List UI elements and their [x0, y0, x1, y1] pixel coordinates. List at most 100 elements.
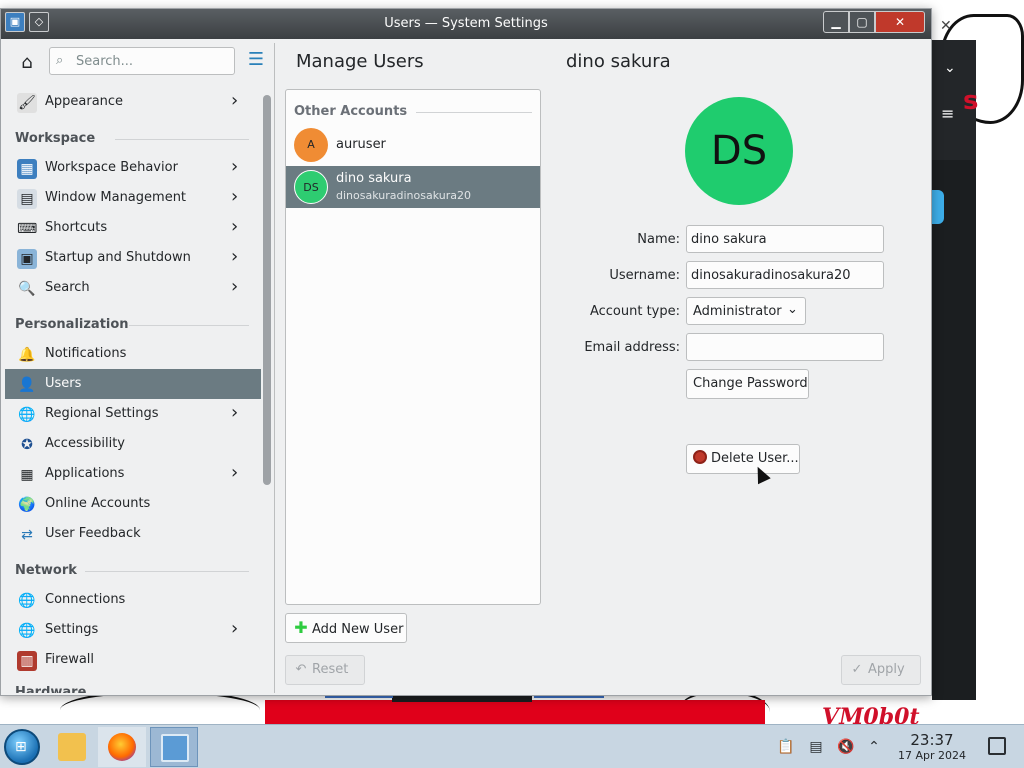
search-settings-icon: 🔍: [18, 281, 36, 297]
account-type-select[interactable]: Administrator ⌄: [686, 297, 806, 325]
section-divider: [129, 325, 249, 326]
wallpaper-red-band: [265, 700, 765, 724]
section-label: Personalization: [15, 317, 129, 332]
reset-button[interactable]: ↶ Reset: [285, 655, 365, 685]
clipboard-icon[interactable]: 📋: [776, 737, 796, 757]
section-divider: [85, 571, 249, 572]
sidebar-toolbar: ⌂ ⌕ ☰: [5, 43, 274, 83]
sidebar-item-label: Notifications: [45, 346, 127, 361]
sidebar-item-label: User Feedback: [45, 526, 141, 541]
section-label: Network: [15, 563, 77, 578]
section-label: Hardware: [15, 685, 87, 693]
taskbar-firefox[interactable]: [98, 727, 146, 767]
sidebar-item-network-settings[interactable]: 🌐 Settings ›: [5, 615, 261, 645]
background-close-icon: ✕: [940, 18, 952, 34]
chevron-right-icon: ›: [231, 402, 239, 423]
window-titlebar[interactable]: ▣ ◇ Users — System Settings ▁ ▢ ✕: [1, 9, 931, 39]
taskbar-system-settings[interactable]: [150, 727, 198, 767]
system-settings-window: ▣ ◇ Users — System Settings ▁ ▢ ✕ ⌂ ⌕ ☰ …: [0, 8, 932, 696]
hamburger-menu-icon[interactable]: ☰: [245, 51, 267, 71]
background-window-accent: [932, 190, 944, 224]
username-field[interactable]: [686, 261, 884, 289]
settings-nav-list: 🖌 Appearance › Workspace ▦ Workspace Beh…: [5, 87, 261, 693]
sidebar-item-startup-shutdown[interactable]: ▣ Startup and Shutdown ›: [5, 243, 261, 273]
change-password-button[interactable]: Change Password: [686, 369, 809, 399]
account-username: dinosakuradinosakura20: [336, 189, 471, 202]
delete-user-button[interactable]: Delete User...: [686, 444, 800, 474]
email-label: Email address:: [584, 340, 680, 355]
sidebar-item-user-feedback[interactable]: ⇄ User Feedback: [5, 519, 261, 549]
shortcuts-icon: ⌨: [17, 221, 38, 237]
minimize-button[interactable]: ▁: [823, 11, 849, 33]
clock-time[interactable]: 23:37: [896, 731, 968, 749]
sidebar-item-label: Search: [45, 280, 90, 295]
section-label: Workspace: [15, 131, 96, 146]
wallpaper-logo: VM0b0t: [822, 704, 920, 724]
sidebar-item-users[interactable]: 👤 Users: [5, 369, 261, 399]
taskbar: ⊞ 📋 ▤ 🔇 ⌃ 23:37 17 Apr 2024: [0, 724, 1024, 768]
accounts-list: Other Accounts A auruser DS dino sakura …: [285, 89, 541, 605]
sidebar-item-regional-settings[interactable]: 🌐 Regional Settings ›: [5, 399, 261, 429]
sidebar-item-connections[interactable]: 🌐 Connections: [5, 585, 261, 615]
reset-icon: ↶: [295, 662, 307, 677]
username-label: Username:: [609, 268, 680, 283]
sidebar-item-accessibility[interactable]: ✪ Accessibility: [5, 429, 261, 459]
user-avatar[interactable]: DS: [685, 97, 793, 205]
page-header: Manage Users dino sakura: [277, 43, 931, 87]
sidebar-item-shortcuts[interactable]: ⌨ Shortcuts ›: [5, 213, 261, 243]
checkmark-icon: ✓: [851, 662, 863, 677]
chevron-up-icon[interactable]: ⌃: [864, 737, 884, 757]
sidebar-item-appearance[interactable]: 🖌 Appearance ›: [5, 87, 261, 117]
window-management-icon: ▤: [17, 189, 37, 209]
volume-muted-icon[interactable]: 🔇: [836, 737, 856, 757]
sidebar-item-search[interactable]: 🔍 Search ›: [5, 273, 261, 303]
home-icon[interactable]: ⌂: [15, 51, 39, 75]
sidebar-item-label: Users: [45, 376, 82, 391]
sidebar-item-notifications[interactable]: 🔔 Notifications: [5, 339, 261, 369]
button-label: Apply: [868, 662, 905, 677]
settings-sidebar: ⌂ ⌕ ☰ 🖌 Appearance › Workspace ▦ Workspa…: [5, 43, 275, 693]
account-item-auruser[interactable]: A auruser: [286, 124, 540, 166]
email-field[interactable]: [686, 333, 884, 361]
selected-user-title: dino sakura: [566, 51, 671, 72]
name-field[interactable]: [686, 225, 884, 253]
button-label: Delete User...: [711, 451, 799, 466]
background-chevron-icon: ⌄: [944, 60, 956, 76]
notes-icon[interactable]: ▤: [806, 737, 826, 757]
system-settings-icon: [161, 734, 189, 762]
startup-shutdown-icon: ▣: [17, 249, 37, 269]
chevron-right-icon: ›: [231, 90, 239, 111]
button-label: Reset: [312, 662, 349, 677]
apply-button[interactable]: ✓ Apply: [841, 655, 921, 685]
accounts-section-label: Other Accounts: [294, 104, 408, 119]
maximize-button[interactable]: ▢: [849, 11, 875, 33]
user-feedback-icon: ⇄: [21, 527, 33, 543]
chevron-right-icon: ›: [231, 246, 239, 267]
workspace-behavior-icon: ▦: [17, 159, 37, 179]
firefox-icon: [108, 733, 136, 761]
sidebar-item-workspace-behavior[interactable]: ▦ Workspace Behavior ›: [5, 153, 261, 183]
plus-icon: ✚: [294, 618, 308, 637]
sidebar-item-label: Workspace Behavior: [45, 160, 178, 175]
notifications-icon: 🔔: [18, 347, 36, 363]
sidebar-item-firewall[interactable]: ▥ Firewall: [5, 645, 261, 675]
appearance-icon: 🖌: [17, 93, 37, 113]
sidebar-item-window-management[interactable]: ▤ Window Management ›: [5, 183, 261, 213]
taskbar-file-manager[interactable]: [48, 727, 96, 767]
sidebar-section-hardware: Hardware: [5, 675, 261, 693]
sidebar-item-label: Startup and Shutdown: [45, 250, 191, 265]
account-item-dino-sakura[interactable]: DS dino sakura dinosakuradinosakura20: [286, 166, 540, 208]
start-menu-button[interactable]: ⊞: [4, 729, 40, 765]
sidebar-scrollbar[interactable]: [263, 95, 271, 485]
search-field[interactable]: ⌕: [49, 47, 235, 75]
connections-icon: 🌐: [18, 593, 36, 609]
search-input[interactable]: [76, 52, 226, 70]
sidebar-item-online-accounts[interactable]: 🌍 Online Accounts: [5, 489, 261, 519]
sidebar-item-applications[interactable]: ▦ Applications ›: [5, 459, 261, 489]
windows-logo-icon: ⊞: [15, 739, 27, 755]
show-desktop-button[interactable]: [988, 737, 1006, 755]
add-new-user-button[interactable]: ✚ Add New User: [285, 613, 407, 643]
close-button[interactable]: ✕: [875, 11, 925, 33]
chevron-right-icon: ›: [231, 156, 239, 177]
clock-date[interactable]: 17 Apr 2024: [890, 749, 974, 762]
